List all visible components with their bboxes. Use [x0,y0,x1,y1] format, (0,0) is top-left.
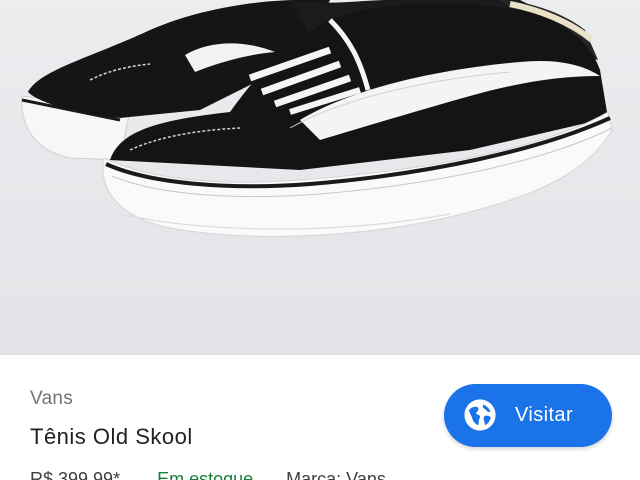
sneaker-illustration [21,0,613,237]
stock-status: Em estoque [157,469,254,480]
product-image[interactable] [0,0,640,354]
price-text: R$ 399,99* [30,469,121,480]
visit-button-label: Visitar [515,404,574,426]
product-card: Vans Tênis Old Skool R$ 399,99* Em estoq… [0,0,640,480]
maker-text: Marca: Vans [286,469,386,480]
brand-name: Vans [30,388,74,409]
globe-icon [464,399,496,431]
product-meta: R$ 399,99* Em estoque Marca: Vans [30,469,386,480]
product-title[interactable]: Tênis Old Skool [30,424,193,450]
product-info: Vans Tênis Old Skool R$ 399,99* Em estoq… [0,355,640,480]
visit-button[interactable]: Visitar [444,384,612,447]
